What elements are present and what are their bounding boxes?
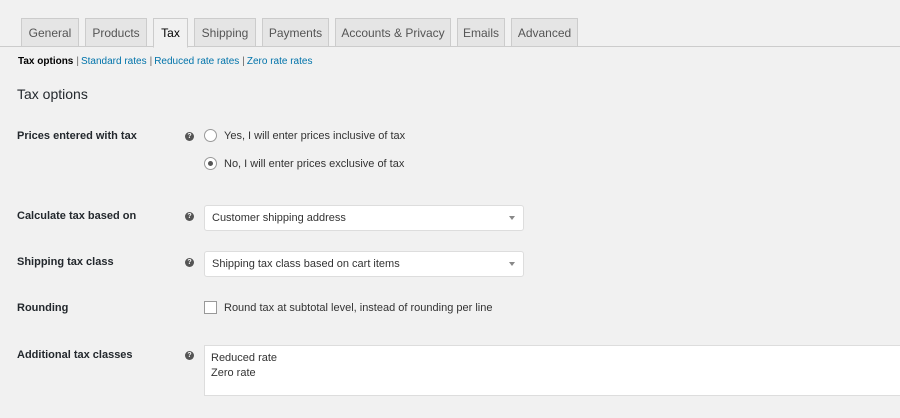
shipping-tax-class-label: Shipping tax class xyxy=(17,256,114,268)
calculate-tax-select[interactable]: Customer shipping address xyxy=(204,205,524,231)
help-icon[interactable]: ? xyxy=(185,132,194,141)
tab-products[interactable]: Products xyxy=(85,18,147,47)
subnav-standard-rates[interactable]: Standard rates xyxy=(81,56,147,67)
settings-tabs: General Products Tax Shipping Payments A… xyxy=(0,18,900,48)
tab-shipping[interactable]: Shipping xyxy=(194,18,256,47)
help-icon[interactable]: ? xyxy=(185,351,194,360)
radio-exclusive[interactable] xyxy=(204,157,217,170)
tab-payments[interactable]: Payments xyxy=(262,18,329,47)
calculate-tax-label: Calculate tax based on xyxy=(17,210,137,222)
subnav-separator: | xyxy=(149,56,153,67)
rounding-option[interactable]: Round tax at subtotal level, instead of … xyxy=(204,301,492,314)
tab-emails[interactable]: Emails xyxy=(457,18,505,47)
calculate-tax-value: Customer shipping address xyxy=(212,212,346,224)
tax-subnav: Tax options | Standard rates | Reduced rate … xyxy=(18,56,312,67)
rounding-checkbox[interactable] xyxy=(204,301,217,314)
radio-exclusive-label: No, I will enter prices exclusive of tax xyxy=(224,157,405,170)
additional-tax-classes-textarea[interactable]: Reduced rate Zero rate xyxy=(204,345,900,396)
chevron-down-icon xyxy=(509,216,515,220)
tab-general[interactable]: General xyxy=(21,18,79,47)
additional-tax-classes-label: Additional tax classes xyxy=(17,349,133,361)
chevron-down-icon xyxy=(509,262,515,266)
prices-entered-label: Prices entered with tax xyxy=(17,130,137,142)
tab-tax[interactable]: Tax xyxy=(153,18,188,48)
prices-inclusive-option[interactable]: Yes, I will enter prices inclusive of ta… xyxy=(204,129,405,142)
help-icon[interactable]: ? xyxy=(185,212,194,221)
shipping-tax-class-value: Shipping tax class based on cart items xyxy=(212,258,400,270)
subnav-tax-options: Tax options xyxy=(18,56,74,67)
rounding-label: Rounding xyxy=(17,302,69,314)
prices-exclusive-option[interactable]: No, I will enter prices exclusive of tax xyxy=(204,157,404,170)
tab-advanced[interactable]: Advanced xyxy=(511,18,578,47)
subnav-separator: | xyxy=(76,56,79,67)
radio-inclusive[interactable] xyxy=(204,129,217,142)
help-icon[interactable]: ? xyxy=(185,258,194,267)
radio-inclusive-label: Yes, I will enter prices inclusive of ta… xyxy=(224,129,406,142)
subnav-separator: | xyxy=(242,56,245,67)
rounding-checkbox-label: Round tax at subtotal level, instead of … xyxy=(224,301,493,314)
subnav-reduced-rate-rates[interactable]: Reduced rate rates xyxy=(154,56,239,67)
section-title: Tax options xyxy=(17,86,88,102)
subnav-zero-rate-rates[interactable]: Zero rate rates xyxy=(247,56,313,67)
tab-accounts-privacy[interactable]: Accounts & Privacy xyxy=(335,18,451,47)
shipping-tax-class-select[interactable]: Shipping tax class based on cart items xyxy=(204,251,524,277)
